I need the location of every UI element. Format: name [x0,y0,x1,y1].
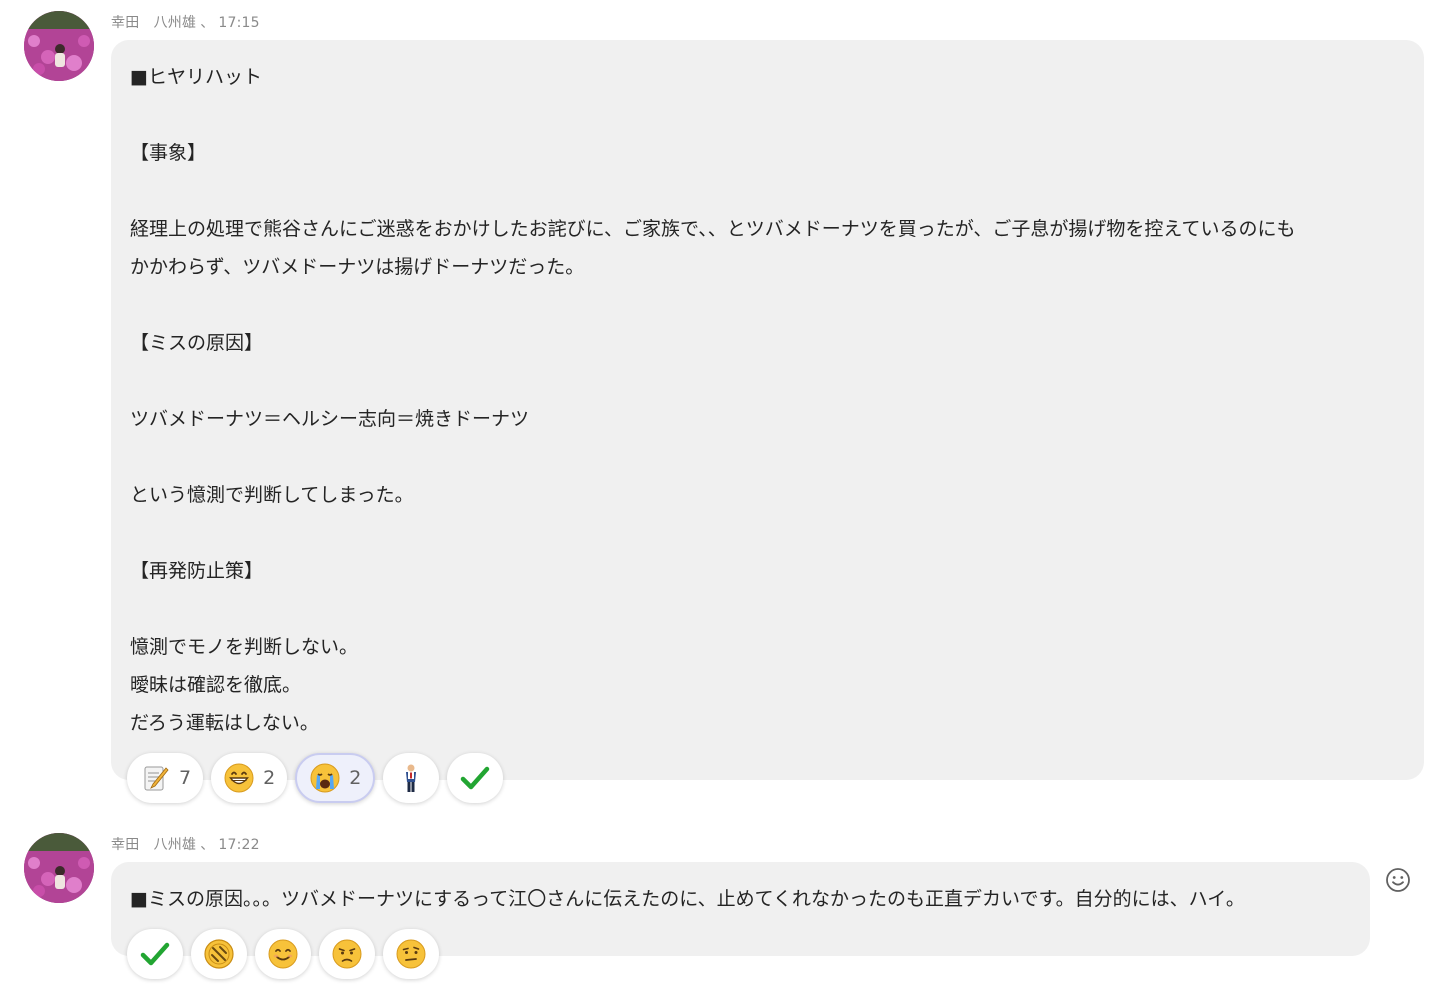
reaction-count: 2 [349,767,362,789]
reaction-count: 7 [179,767,192,789]
grinning-face-icon [224,763,254,793]
coin-icon [204,939,234,969]
timestamp: 17:15 [218,15,260,31]
message-line: ツバメドーナツ＝ヘルシー志向＝焼きドーナツ [130,408,530,430]
message-line: ■ミスの原因。。。ツバメドーナツにするって江〇さんに伝えたのに、止めてくれなかっ… [130,888,1245,910]
message-line: ■ヒヤリハット [130,66,262,88]
avatar-photo [24,833,94,903]
reaction-crying-face[interactable]: 2 [295,753,376,803]
message-body: ■ヒヤリハット 【事象】 経理上の処理で熊谷さんにご迷惑をおかけしたお詫びに、ご… [111,40,1424,742]
message-line [130,362,1404,400]
author-name: 幸田 八州雄 [111,837,197,853]
message-line [130,286,1404,324]
message-line [130,514,1404,552]
crying-face-icon [310,763,340,793]
message-line: 憶測でモノを判断しない。 [130,636,359,658]
memo-icon [144,766,169,791]
reaction-bar: 7 2 2 [127,753,504,803]
message-line: 【事象】 [130,142,207,164]
reaction-coin[interactable] [191,929,247,979]
reaction-person-standing[interactable] [383,753,440,803]
reaction-bar [127,929,439,979]
avatar[interactable] [24,833,94,903]
skeptical-face-icon [396,939,426,969]
message-bubble[interactable]: ■ヒヤリハット 【事象】 経理上の処理で熊谷さんにご迷惑をおかけしたお詫びに、ご… [111,40,1424,780]
message-line: かかわらず、ツバメドーナツは揚げドーナツだった。 [130,256,585,278]
message-meta: 幸田 八州雄、 17:22 [111,834,260,854]
reaction-check-mark[interactable] [447,753,504,803]
meta-separator: 、 [200,15,215,31]
smiling-face-icon [268,939,298,969]
message-line: 曖昧は確認を徹底。 [130,674,302,696]
smiley-outline-icon[interactable] [1384,866,1412,894]
message-line [130,438,1404,476]
check-mark-icon [461,766,490,790]
reaction-count: 2 [263,767,276,789]
person-standing-icon [406,764,417,792]
message-line [130,96,1404,134]
check-mark-icon [140,942,170,966]
reaction-grinning-face[interactable]: 2 [211,753,288,803]
message-body: ■ミスの原因。。。ツバメドーナツにするって江〇さんに伝えたのに、止めてくれなかっ… [111,862,1370,918]
reaction-smiling-face[interactable] [255,929,311,979]
reaction-memo[interactable]: 7 [127,753,204,803]
meta-separator: 、 [200,837,215,853]
timestamp: 17:22 [218,837,260,853]
message-line: だろう運転はしない。 [130,712,319,734]
message-line: 【ミスの原因】 [130,332,264,354]
message-line: 【再発防止策】 [130,560,264,582]
reaction-sad-face[interactable] [319,929,375,979]
message-line [130,590,1404,628]
avatar-photo [24,11,94,81]
avatar[interactable] [24,11,94,81]
sad-face-icon [332,939,362,969]
message-line: 経理上の処理で熊谷さんにご迷惑をおかけしたお詫びに、ご家族で、、とツバメドーナツ… [130,218,1296,240]
message-meta: 幸田 八州雄、 17:15 [111,12,260,32]
reaction-check-mark[interactable] [127,929,183,979]
author-name: 幸田 八州雄 [111,15,197,31]
reaction-skeptical-face[interactable] [383,929,439,979]
message-line [130,172,1404,210]
message-line: という憶測で判断してしまった。 [130,484,414,506]
